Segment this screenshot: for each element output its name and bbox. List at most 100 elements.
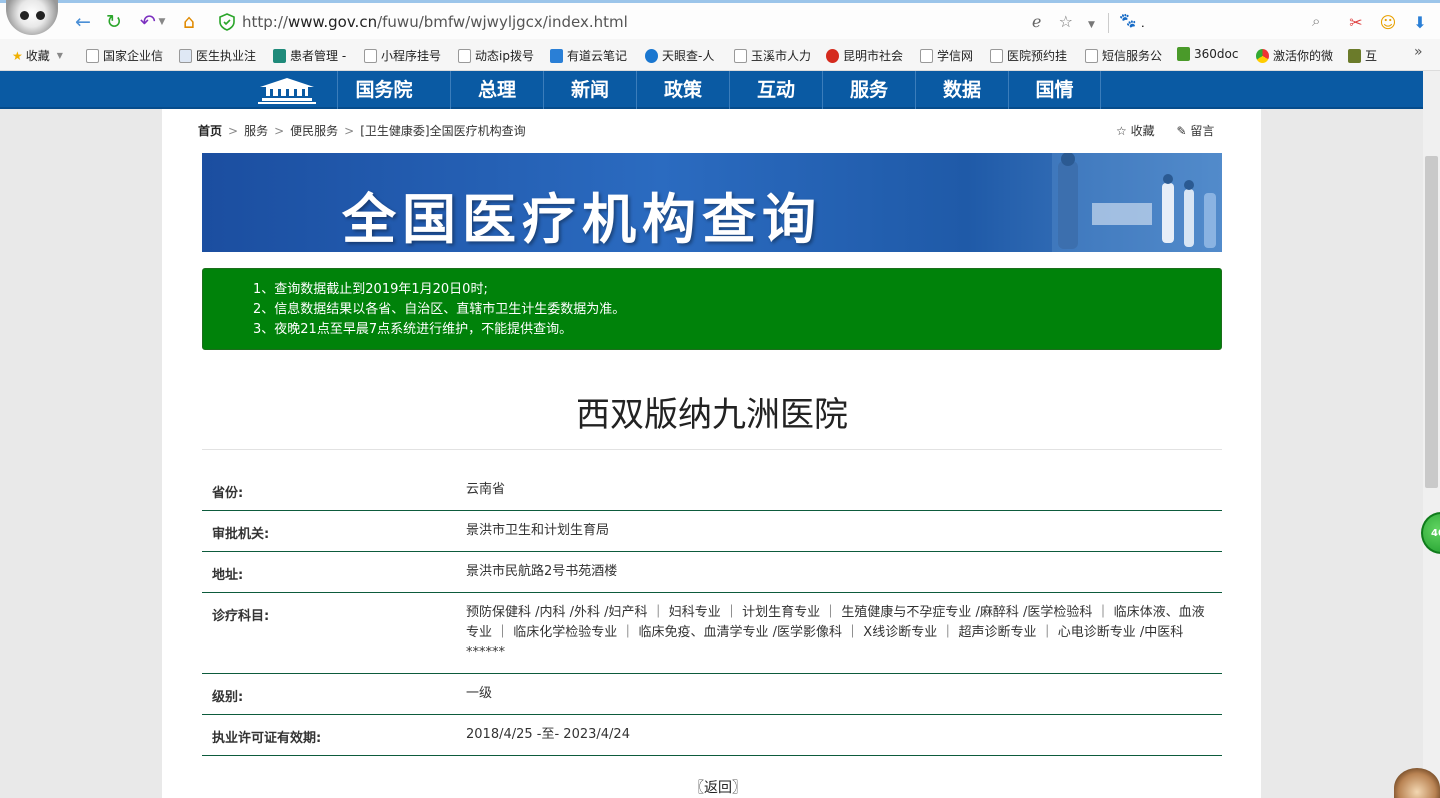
info-row-departments: 诊疗科目: 预防保健科 /内科 /外科 /妇产科 ｜ 妇科专业 ｜ 计划生育专业… [202, 593, 1222, 674]
info-value: 云南省 [466, 482, 506, 497]
url-domain: www.gov.cn [287, 13, 378, 31]
chevron-right-icon: > [228, 124, 239, 138]
bookmark-item[interactable]: 昆明市社会 [826, 47, 903, 64]
bookmark-item[interactable]: 天眼查-人 [645, 47, 714, 64]
breadcrumb: 首页 > 服务 > 便民服务 > [卫生健康委]全国医疗机构查询 [198, 122, 526, 139]
scrollbar-thumb[interactable] [1425, 156, 1438, 488]
info-row-province: 省份: 云南省 [202, 470, 1222, 511]
info-label: 级别: [212, 690, 244, 705]
search-box[interactable]: 🐾 ⌕ [1117, 9, 1335, 35]
bookmark-item[interactable]: 短信服务公 [1085, 47, 1162, 64]
chevron-right-icon: > [274, 124, 285, 138]
breadcrumb-service[interactable]: 服务 [244, 124, 268, 138]
back-arrow-icon[interactable]: ← [72, 11, 94, 33]
breadcrumb-convenience[interactable]: 便民服务 [290, 124, 338, 138]
bookmark-item[interactable]: 患者管理 - [273, 47, 346, 64]
search-icon[interactable]: ⌕ [1312, 12, 1320, 30]
address-tools: ℯ ☆ ▼ [1032, 12, 1095, 31]
bookmark-item[interactable]: 小程序挂号 [364, 47, 441, 64]
info-label: 审批机关: [212, 527, 270, 542]
breadcrumb-home[interactable]: 首页 [198, 124, 222, 138]
page-icon [920, 48, 933, 63]
info-value: 景洪市卫生和计划生育局 [466, 523, 610, 538]
nav-item-guoqing[interactable]: 国情 [1008, 71, 1101, 109]
nav-item-hudong[interactable]: 互动 [729, 71, 822, 109]
chevron-down-icon: ▼ [56, 51, 63, 60]
bookmark-item[interactable]: 激活你的微 [1256, 47, 1333, 64]
banner: 全国医疗机构查询 [202, 153, 1222, 252]
weibo-icon [826, 48, 839, 63]
bookmark-item[interactable]: 动态ip拨号 [458, 47, 534, 64]
star-icon: ☆ [1116, 124, 1127, 138]
browser-toolbar: ← ↻ ↶ ▼ ⌂ http://www.gov.cn/fuwu/bmfw/wj… [0, 0, 1440, 39]
bookmark-favorites[interactable]: ★ 收藏 ▼ [12, 47, 63, 64]
page-icon [1085, 48, 1098, 63]
bookmark-item[interactable]: 学信网 [920, 47, 973, 64]
info-label: 执业许可证有效期: [212, 731, 322, 746]
page-icon [458, 48, 471, 63]
nav-item-zhengce[interactable]: 政策 [636, 71, 729, 109]
banner-title: 全国医疗机构查询 [342, 188, 822, 251]
notice-line: 3、夜晚21点至早晨7点系统进行维护，不能提供查询。 [253, 322, 573, 337]
star-icon[interactable]: ☆ [1059, 12, 1073, 31]
info-value: 2018/4/25 -至- 2023/4/24 [466, 727, 630, 742]
bookmark-item[interactable]: 医院预约挂 [990, 47, 1067, 64]
bookmark-item[interactable]: 玉溪市人力 [734, 47, 811, 64]
nav-item-shuju[interactable]: 数据 [915, 71, 1008, 109]
toolbar-divider [1108, 13, 1109, 33]
info-row-level: 级别: 一级 [202, 674, 1222, 715]
nav-item-fuwu[interactable]: 服务 [822, 71, 915, 109]
more-bookmarks-icon[interactable]: » [1414, 44, 1423, 60]
app-icon [1348, 48, 1361, 63]
reload-icon[interactable]: ↻ [103, 11, 125, 33]
baidu-paw-icon: 🐾 [1119, 13, 1137, 29]
eye-icon [645, 48, 658, 63]
favorite-button[interactable]: ☆ 收藏 [1116, 124, 1155, 138]
bookmarks-bar: ★ 收藏 ▼ 国家企业信 医生执业注 患者管理 - 小程序挂号 动态ip拨号 有道云… [0, 39, 1440, 71]
chevron-right-icon: > [344, 124, 355, 138]
avatar-eye [20, 11, 29, 20]
chevron-down-icon[interactable]: ▼ [1088, 20, 1095, 30]
bookmark-item[interactable]: 互 [1348, 47, 1377, 64]
shield-icon [219, 13, 235, 31]
note-icon [550, 48, 563, 63]
ie-mode-icon[interactable]: ℯ [1032, 12, 1041, 31]
page-icon [86, 48, 99, 63]
hospital-name: 西双版纳九洲医院 [576, 395, 848, 435]
notice-line: 2、信息数据结果以各省、自治区、直辖市卫生计生委数据为准。 [253, 302, 626, 317]
more-icon[interactable]: ☺ [1377, 12, 1399, 34]
nav-item-guowuyuan[interactable]: 国务院 [337, 71, 430, 109]
info-label: 省份: [212, 486, 244, 501]
breadcrumb-current: [卫生健康委]全国医疗机构查询 [360, 124, 526, 138]
info-value: 预防保健科 /内科 /外科 /妇产科 ｜ 妇科专业 ｜ 计划生育专业 ｜ 生殖健… [466, 605, 1205, 660]
page-gutter [1261, 109, 1423, 798]
nav-item-xinwen[interactable]: 新闻 [543, 71, 636, 109]
page-actions: ☆ 收藏 ✎ 留言 [1116, 122, 1214, 139]
user-avatar[interactable] [6, 0, 58, 35]
gov-logo[interactable] [256, 75, 318, 105]
cut-icon[interactable]: ✂ [1345, 12, 1367, 34]
notice-box: 1、查询数据截止到2019年1月20日0时; 2、信息数据结果以各省、自治区、直… [202, 268, 1222, 350]
nav-item-zongli[interactable]: 总理 [450, 71, 543, 109]
comment-button[interactable]: ✎ 留言 [1176, 124, 1214, 138]
info-value: 一级 [466, 686, 493, 701]
bookmark-item[interactable]: 国家企业信 [86, 47, 163, 64]
home-icon[interactable]: ⌂ [178, 11, 200, 33]
avatar-eye [36, 11, 45, 20]
back-link[interactable]: 〖返回〗 [690, 777, 746, 797]
search-input[interactable] [1141, 11, 1311, 33]
star-icon: ★ [12, 48, 23, 63]
vertical-scrollbar[interactable] [1423, 71, 1440, 798]
address-bar[interactable]: http://www.gov.cn/fuwu/bmfw/wjwyljgcx/in… [242, 13, 628, 31]
url-prefix: http:// [242, 13, 288, 31]
banner-photo [1052, 153, 1222, 252]
bookmark-item[interactable]: 医生执业注 [179, 47, 256, 64]
bookmark-item[interactable]: 有道云笔记 [550, 47, 627, 64]
download-icon[interactable]: ⬇ [1409, 12, 1431, 34]
site-nav: 国务院 总理 新闻 政策 互动 服务 数据 国情 [0, 71, 1423, 109]
page-icon [179, 48, 192, 63]
chevron-down-icon[interactable]: ▼ [156, 11, 168, 33]
info-row-license: 执业许可证有效期: 2018/4/25 -至- 2023/4/24 [202, 715, 1222, 756]
info-row-authority: 审批机关: 景洪市卫生和计划生育局 [202, 511, 1222, 552]
bookmark-item[interactable]: 360doc [1177, 47, 1238, 61]
